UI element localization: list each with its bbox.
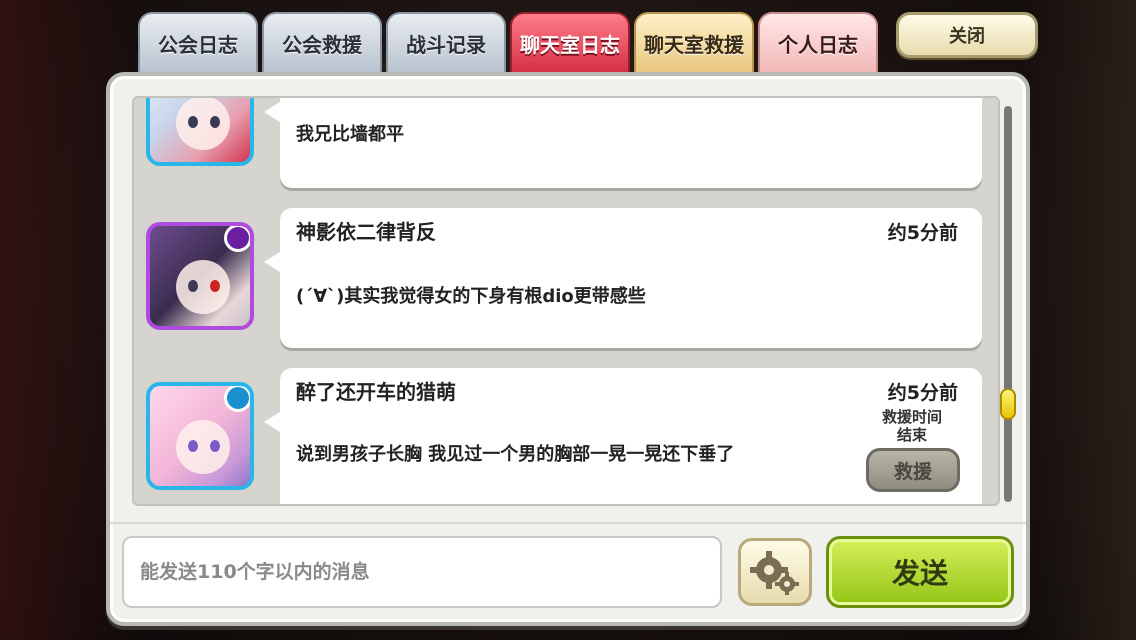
avatar[interactable] xyxy=(146,98,254,166)
rescue-button[interactable]: 救援 xyxy=(866,448,960,492)
message-time: 约5分前 xyxy=(887,382,958,404)
avatar[interactable] xyxy=(146,382,254,490)
message-text: 说到男孩子长胸 我见过一个男的胸部一晃一晃还下垂了 xyxy=(296,444,735,465)
list-item: 我兄比墙都平 xyxy=(134,98,998,188)
message-list: 我兄比墙都平 神影依二律背反 约5分前 (´∀`)其实我觉得女的下身有根dio更… xyxy=(132,96,1000,506)
rescue-status-line1: 救援时间 xyxy=(881,408,942,426)
gear-icon xyxy=(750,551,799,595)
rescue-status-line2: 结束 xyxy=(896,426,927,444)
avatar-face xyxy=(176,260,230,314)
divider xyxy=(110,522,1026,524)
tab-battle-record[interactable]: 战斗记录 xyxy=(386,12,506,72)
tab-chatroom-rescue[interactable]: 聊天室救援 xyxy=(634,12,754,72)
tab-personal-log[interactable]: 个人日志 xyxy=(758,12,878,72)
chat-log-panel: 我兄比墙都平 神影依二律背反 约5分前 (´∀`)其实我觉得女的下身有根dio更… xyxy=(106,72,1030,626)
send-button[interactable]: 发送 xyxy=(826,536,1014,608)
sender-name: 神影依二律背反 xyxy=(296,220,436,244)
tab-guild-log[interactable]: 公会日志 xyxy=(138,12,258,72)
settings-button[interactable] xyxy=(738,538,812,606)
scrollbar[interactable] xyxy=(1000,106,1016,502)
close-button[interactable]: 关闭 xyxy=(896,12,1038,58)
list-item: 醉了还开车的猎萌 约5分前 说到男孩子长胸 我见过一个男的胸部一晃一晃还下垂了 … xyxy=(134,368,998,504)
tab-chatroom-log[interactable]: 聊天室日志 xyxy=(510,12,630,84)
tab-guild-rescue[interactable]: 公会救援 xyxy=(262,12,382,72)
list-item: 神影依二律背反 约5分前 (´∀`)其实我觉得女的下身有根dio更带感些 xyxy=(134,208,998,348)
message-bubble: 醉了还开车的猎萌 约5分前 说到男孩子长胸 我见过一个男的胸部一晃一晃还下垂了 … xyxy=(264,368,982,504)
message-input[interactable] xyxy=(122,536,722,608)
scrollbar-thumb[interactable] xyxy=(1000,388,1016,420)
water-element-icon xyxy=(224,386,250,412)
message-time: 约5分前 xyxy=(887,222,958,244)
dark-element-icon xyxy=(224,226,250,252)
avatar-face xyxy=(176,98,230,150)
avatar-face xyxy=(176,420,230,474)
rescue-status: 救援时间 结束 xyxy=(862,408,962,444)
background-right xyxy=(1016,0,1136,640)
message-text: 我兄比墙都平 xyxy=(296,124,404,145)
sender-name: 醉了还开车的猎萌 xyxy=(296,380,456,404)
message-bubble: 神影依二律背反 约5分前 (´∀`)其实我觉得女的下身有根dio更带感些 xyxy=(264,208,982,348)
tab-bar: 公会日志 公会救援 战斗记录 聊天室日志 聊天室救援 个人日志 xyxy=(138,12,878,84)
message-bubble: 我兄比墙都平 xyxy=(264,98,982,188)
avatar[interactable] xyxy=(146,222,254,330)
message-text: (´∀`)其实我觉得女的下身有根dio更带感些 xyxy=(296,286,646,307)
